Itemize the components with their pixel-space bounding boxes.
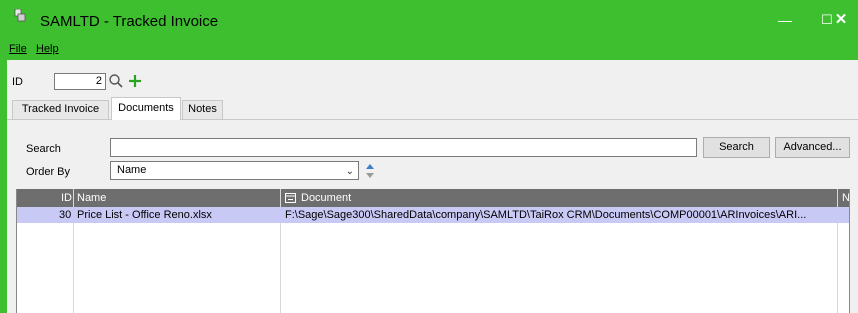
order-by-select[interactable]: Name ⌄ — [110, 161, 359, 180]
finder-search-icon[interactable] — [108, 73, 124, 89]
table-row[interactable]: 30 Price List - Office Reno.xlsx F:\Sage… — [17, 207, 849, 223]
advanced-search-button[interactable]: Advanced... — [775, 137, 850, 158]
column-header-name[interactable]: Name — [77, 192, 106, 204]
window-frame-edge — [0, 60, 7, 313]
menu-file[interactable]: File — [9, 43, 27, 55]
grid-header: ID Name Document N — [17, 189, 849, 207]
menu-help[interactable]: Help — [36, 43, 59, 55]
close-button[interactable]: ✕ — [826, 9, 856, 31]
menu-bar: File Help — [0, 40, 858, 60]
id-label: ID — [12, 76, 23, 88]
id-field[interactable]: 2 — [54, 73, 106, 90]
order-by-label: Order By — [26, 166, 71, 178]
add-new-icon[interactable] — [127, 73, 143, 89]
chevron-down-icon: ⌄ — [345, 166, 354, 177]
minimize-button[interactable]: — — [770, 9, 800, 31]
search-button[interactable]: Search — [703, 137, 770, 158]
tab-documents[interactable]: Documents — [111, 97, 181, 120]
column-header-id[interactable]: ID — [61, 192, 72, 204]
row-document-path: F:\Sage\Sage300\SharedData\company\SAMLT… — [285, 209, 807, 221]
order-by-value: Name — [117, 164, 147, 176]
row-id: 30 — [59, 209, 72, 221]
application-window: SAMLTD - Tracked Invoice — ☐ ✕ File Help… — [0, 0, 858, 313]
column-header-extra[interactable]: N — [842, 192, 849, 204]
search-label: Search — [26, 143, 61, 155]
app-icon — [14, 9, 26, 22]
search-input[interactable] — [110, 138, 697, 157]
tab-notes[interactable]: Notes — [182, 100, 223, 119]
title-bar[interactable]: SAMLTD - Tracked Invoice — ☐ ✕ — [0, 0, 858, 40]
row-name: Price List - Office Reno.xlsx — [77, 209, 212, 221]
window-title: SAMLTD - Tracked Invoice — [40, 13, 219, 30]
documents-grid[interactable]: ID Name Document N 30 Price List - Offic… — [16, 189, 850, 313]
sort-direction-icon[interactable] — [365, 163, 375, 179]
document-column-icon — [285, 193, 296, 203]
tab-tracked-invoice[interactable]: Tracked Invoice — [12, 100, 109, 119]
column-header-document[interactable]: Document — [301, 192, 351, 204]
